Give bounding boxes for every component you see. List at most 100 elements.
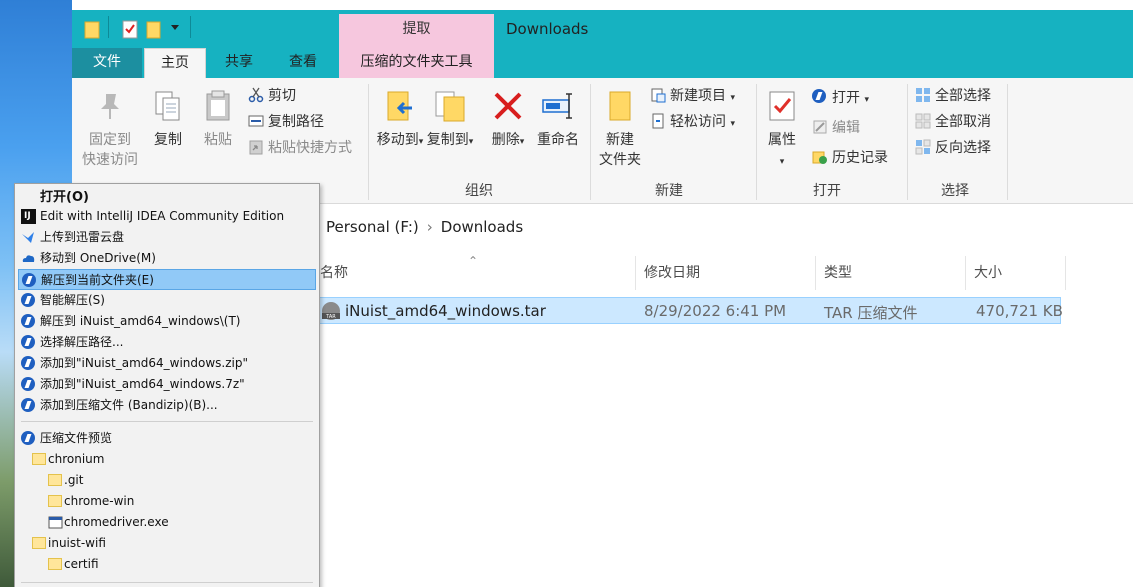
open-group-label: 打开 [813, 183, 841, 199]
group-divider [1007, 84, 1008, 200]
column-size[interactable]: 大小 [966, 256, 1066, 290]
properties-button[interactable]: 属性 ▾ [762, 88, 802, 172]
menu-archive-preview[interactable]: 压缩文件预览 [18, 428, 316, 449]
menu-extract-here[interactable]: 解压到当前文件夹(E) [18, 269, 316, 290]
edit-label: 编辑 [832, 120, 860, 136]
file-type: TAR 压缩文件 [824, 304, 918, 322]
tab-view[interactable]: 查看 [276, 48, 330, 78]
tab-compressed-folder-tools[interactable]: 压缩的文件夹工具 [339, 48, 494, 78]
menu-separator [21, 582, 313, 583]
folder-icon [32, 536, 47, 551]
pin-label-line2: 快速访问 [82, 152, 138, 168]
file-name: iNuist_amd64_windows.tar [345, 302, 546, 320]
file-row[interactable]: TAR iNuist_amd64_windows.tar 8/29/2022 6… [318, 297, 1063, 324]
menu-edit-intellij[interactable]: IJ Edit with IntelliJ IDEA Community Edi… [18, 206, 316, 227]
menu-move-onedrive[interactable]: 移动到 OneDrive(M) [18, 248, 316, 269]
new-folder-icon [609, 91, 631, 121]
preview-folder-inuist-wifi[interactable]: inuist-wifi [18, 533, 316, 554]
cut-label: 剪切 [268, 88, 296, 104]
select-all-label: 全部选择 [935, 88, 991, 104]
open-button[interactable]: 打开 ▾ [812, 88, 869, 110]
select-none-button[interactable]: 全部取消 [915, 112, 991, 132]
breadcrumb-downloads[interactable]: Downloads [441, 218, 523, 236]
menu-open-label: 打开(O) [40, 190, 89, 205]
group-divider [756, 84, 757, 200]
ribbon-tab-row: 文件 主页 共享 查看 压缩的文件夹工具 [72, 48, 1133, 79]
preview-folder-git[interactable]: .git [18, 470, 316, 491]
new-item-button[interactable]: 新建项目 ▾ [650, 86, 735, 108]
organize-group-label: 组织 [465, 183, 493, 199]
rename-button[interactable]: 重命名 [534, 88, 582, 150]
menu-add-to-7z[interactable]: 添加到"iNuist_amd64_windows.7z" [18, 374, 316, 395]
xunlei-bird-icon [22, 232, 34, 243]
pin-to-quick-access-button[interactable]: 固定到 快速访问 [78, 88, 142, 170]
menu-smart-extract[interactable]: 智能解压(S) [18, 290, 316, 311]
preview-folder-git-label: .git [64, 473, 84, 487]
menu-open[interactable]: 打开(O) [18, 187, 316, 208]
column-type[interactable]: 类型 [816, 256, 966, 290]
history-button[interactable]: 历史记录 [812, 148, 888, 168]
edit-button[interactable]: 编辑 [812, 118, 860, 138]
preview-folder-certifi[interactable]: certifi [18, 554, 316, 575]
menu-add-to-archive[interactable]: 添加到压缩文件 (Bandizip)(B)... [18, 395, 316, 416]
select-all-button[interactable]: 全部选择 [915, 86, 991, 106]
chevron-right-icon[interactable]: › [427, 218, 433, 236]
move-to-button[interactable]: 移动到▾ [376, 88, 424, 152]
breadcrumb-drive[interactable]: Personal (F:) [326, 218, 419, 236]
menu-archive-preview-label: 压缩文件预览 [40, 431, 113, 445]
easy-access-button[interactable]: 轻松访问 ▾ [650, 112, 735, 134]
open-label: 打开 [832, 90, 860, 106]
preview-folder-chronium[interactable]: chronium [18, 449, 316, 470]
preview-file-chromedriver[interactable]: chromedriver.exe [18, 512, 316, 533]
copy-button[interactable]: 复制 [148, 88, 188, 150]
svg-text:TAR: TAR [325, 314, 336, 320]
bandizip-icon [22, 273, 37, 288]
preview-folder-chrome-win-label: chrome-win [64, 494, 135, 508]
paste-shortcut-label: 粘贴快捷方式 [268, 140, 352, 156]
customize-dropdown-icon[interactable] [170, 24, 180, 32]
preview-folder-chronium-label: chronium [48, 452, 105, 466]
menu-add-to-7z-label: 添加到"iNuist_amd64_windows.7z" [40, 377, 245, 391]
easy-access-icon [652, 113, 664, 129]
menu-upload-xunlei-label: 上传到迅雷云盘 [40, 230, 125, 244]
invert-selection-button[interactable]: 反向选择 [915, 138, 991, 158]
folder-icon [48, 557, 63, 572]
copy-to-label: 复制到 [426, 132, 469, 148]
cut-button[interactable]: 剪切 [248, 86, 296, 106]
folder-icon [48, 473, 63, 488]
copy-to-button[interactable]: 复制到▾ [426, 88, 474, 152]
column-date-modified[interactable]: 修改日期 [636, 256, 816, 290]
new-folder-button[interactable]: 新建 文件夹 [596, 88, 644, 170]
delete-button[interactable]: 删除▾ [488, 88, 528, 152]
copy-path-button[interactable]: 复制路径 [248, 112, 324, 132]
menu-extract-to-folder-label: 解压到 iNuist_amd64_windows\(T) [40, 314, 241, 328]
properties-quick-icon[interactable] [122, 19, 138, 39]
title-bar: 提取 Downloads [72, 10, 1133, 58]
preview-folder-chrome-win[interactable]: chrome-win [18, 491, 316, 512]
paste-shortcut-button[interactable]: 粘贴快捷方式 [248, 138, 352, 158]
tab-share[interactable]: 共享 [212, 48, 266, 78]
new-folder-quick-icon[interactable] [146, 19, 162, 39]
menu-add-to-archive-label: 添加到压缩文件 (Bandizip)(B)... [40, 398, 218, 412]
tab-file[interactable]: 文件 [72, 48, 142, 78]
file-size: 470,721 KB [976, 302, 1063, 320]
menu-upload-xunlei[interactable]: 上传到迅雷云盘 [18, 227, 316, 248]
menu-choose-extract-path-label: 选择解压路径... [40, 335, 124, 349]
menu-separator [21, 421, 313, 422]
column-name[interactable]: 名称 [312, 256, 636, 290]
menu-extract-to-folder[interactable]: 解压到 iNuist_amd64_windows\(T) [18, 311, 316, 332]
menu-add-to-zip[interactable]: 添加到"iNuist_amd64_windows.zip" [18, 353, 316, 374]
group-divider [590, 84, 591, 200]
paste-label: 粘贴 [204, 132, 232, 148]
select-group-label: 选择 [941, 183, 969, 199]
new-folder-label-line2: 文件夹 [599, 152, 641, 168]
menu-choose-extract-path[interactable]: 选择解压路径... [18, 332, 316, 353]
tab-home[interactable]: 主页 [144, 48, 206, 79]
pin-label-line1: 固定到 [89, 132, 131, 148]
folder-icon [48, 494, 63, 509]
breadcrumb: Personal (F:) › Downloads [326, 218, 523, 236]
paste-shortcut-icon [249, 140, 263, 155]
select-none-label: 全部取消 [935, 114, 991, 130]
menu-move-onedrive-label: 移动到 OneDrive(M) [40, 251, 156, 265]
paste-button[interactable]: 粘贴 [196, 88, 240, 150]
